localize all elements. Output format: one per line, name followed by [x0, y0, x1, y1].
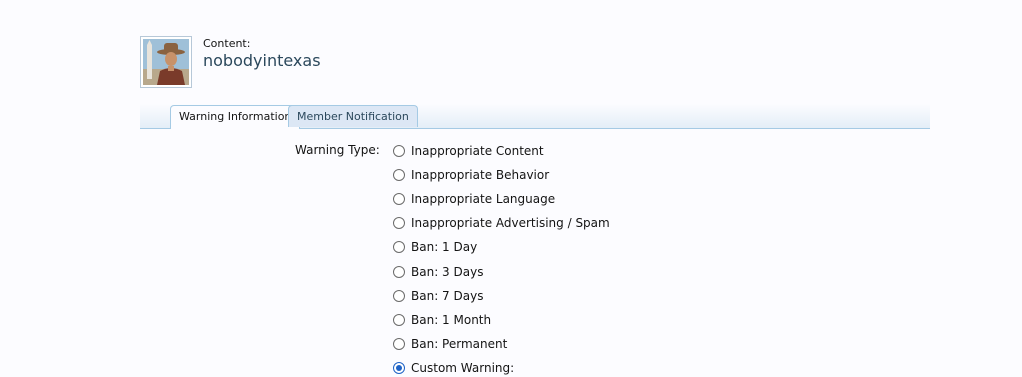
radio-button[interactable]: [393, 145, 405, 157]
option-ban-1-month[interactable]: Ban: 1 Month: [393, 311, 491, 329]
warning-type-label: Warning Type:: [295, 143, 380, 157]
option-ban-1-day[interactable]: Ban: 1 Day: [393, 238, 477, 256]
tab-bar: Warning Information Member Notification: [140, 104, 930, 129]
option-label: Ban: 7 Days: [411, 289, 484, 303]
radio-button[interactable]: [393, 169, 405, 181]
username-link[interactable]: nobodyintexas: [203, 51, 321, 70]
option-label: Inappropriate Advertising / Spam: [411, 216, 610, 230]
tab-warning-information[interactable]: Warning Information: [170, 105, 301, 129]
avatar-cowboy-icon: [143, 39, 189, 85]
option-label: Ban: 1 Month: [411, 313, 492, 327]
radio-button[interactable]: [393, 290, 405, 302]
radio-button[interactable]: [393, 362, 405, 374]
avatar[interactable]: [140, 36, 192, 88]
option-label: Inappropriate Language: [411, 192, 556, 206]
radio-button[interactable]: [393, 266, 405, 278]
radio-button[interactable]: [393, 241, 405, 253]
option-ban-7-days[interactable]: Ban: 7 Days: [393, 287, 483, 305]
radio-button[interactable]: [393, 193, 405, 205]
option-inappropriate-content[interactable]: Inappropriate Content: [393, 142, 544, 160]
option-label: Inappropriate Behavior: [411, 168, 550, 182]
tab-member-notification[interactable]: Member Notification: [288, 105, 418, 127]
option-custom-warning[interactable]: Custom Warning:: [393, 359, 514, 377]
option-inappropriate-advertising-spam[interactable]: Inappropriate Advertising / Spam: [393, 214, 610, 232]
option-inappropriate-behavior[interactable]: Inappropriate Behavior: [393, 166, 549, 184]
option-label: Custom Warning:: [411, 361, 515, 375]
radio-button[interactable]: [393, 338, 405, 350]
option-label: Ban: 3 Days: [411, 265, 484, 279]
option-label: Ban: Permanent: [411, 337, 508, 351]
option-ban-permanent[interactable]: Ban: Permanent: [393, 335, 507, 353]
option-label: Inappropriate Content: [411, 144, 544, 158]
option-inappropriate-language[interactable]: Inappropriate Language: [393, 190, 555, 208]
content-label: Content:: [203, 37, 251, 50]
radio-button[interactable]: [393, 314, 405, 326]
radio-button[interactable]: [393, 217, 405, 229]
option-label: Ban: 1 Day: [411, 240, 478, 254]
option-ban-3-days[interactable]: Ban: 3 Days: [393, 263, 483, 281]
